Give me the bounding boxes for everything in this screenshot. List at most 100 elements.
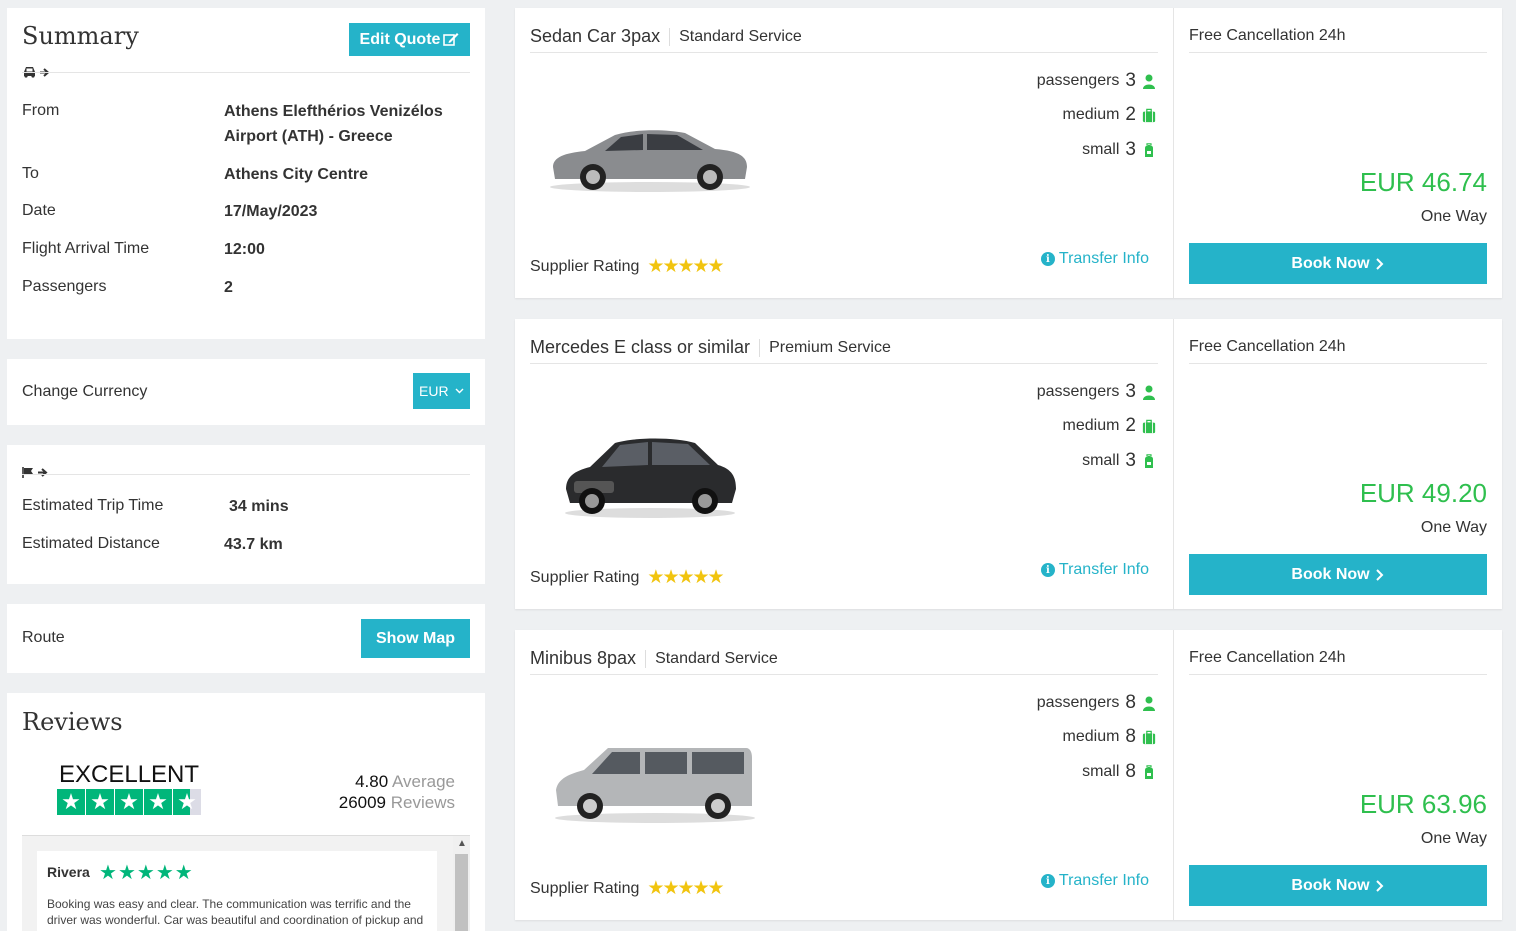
service-level: Standard Service [645,649,778,668]
show-map-button[interactable]: Show Map [361,619,470,658]
from-value: Athens Elefthérios Venizélos Airport (AT… [224,103,443,145]
book-now-label: Book Now [1291,876,1370,894]
booking-panel: Free Cancellation 24h EUR 46.74 One Way … [1173,8,1502,298]
trip-type: One Way [1420,830,1487,847]
passenger-capacity: passengers 8 [1037,692,1156,714]
vehicle-details: Minibus 8pax Standard Service passengers… [515,630,1173,920]
trip-panel: Estimated Trip Time 34 mins Estimated Di… [7,445,485,584]
book-now-button[interactable]: Book Now [1189,554,1487,595]
vehicle-card: Mercedes E class or similar Premium Serv… [515,319,1502,609]
flag-arrow-icons [22,467,48,478]
trip-type: One Way [1420,519,1487,536]
small-label: small [1082,141,1120,158]
reviews-title: Reviews [22,708,123,736]
divider [1189,52,1487,53]
supplier-rating: Supplier Rating ★★★★★ [530,255,725,278]
reviewer-name: Rivera [47,864,90,880]
passengers-label: passengers [1036,72,1120,89]
divider [22,72,470,73]
sedan-car-image [550,130,750,192]
passengers-count: 8 [1125,692,1136,713]
cancellation-policy: Free Cancellation 24h [1189,27,1346,44]
passengers-label: passengers [1036,694,1120,711]
medium-luggage: medium 2 [1063,104,1156,126]
book-now-button[interactable]: Book Now [1189,865,1487,906]
booking-panel: Free Cancellation 24h EUR 63.96 One Way … [1173,630,1502,920]
star-icon: ★ [155,862,174,884]
small-luggage: small 3 [1082,139,1156,161]
vehicle-title: Minibus 8pax Standard Service [530,648,778,669]
review-count-label: Reviews [390,793,455,812]
small-label: small [1082,763,1120,780]
medium-label: medium [1062,728,1120,745]
rating-stars: ★ ★ ★ ★ ★ [57,789,201,815]
star-icon: ★ [86,789,114,815]
divider [530,363,1158,364]
distance-value: 43.7 km [224,536,283,553]
medium-luggage: medium 2 [1063,415,1156,437]
vehicle-details: Sedan Car 3pax Standard Service passenge… [515,8,1173,298]
chevron-right-icon [1375,568,1384,581]
star-icon: ★ [174,862,193,884]
backpack-icon [1145,453,1153,468]
passengers-label: passengers [1036,383,1120,400]
minibus-image [555,748,755,823]
divider [22,474,470,475]
medium-count: 2 [1125,415,1136,436]
to-value: Athens City Centre [224,166,369,183]
passenger-capacity: passengers 3 [1037,70,1156,92]
cancellation-policy: Free Cancellation 24h [1189,649,1346,666]
divider [1189,674,1487,675]
vehicle-name: Mercedes E class or similar [530,337,751,357]
book-now-label: Book Now [1291,254,1370,272]
book-now-button[interactable]: Book Now [1189,243,1487,284]
book-now-label: Book Now [1291,565,1370,583]
rating-word: EXCELLENT [59,761,200,788]
flag-icon [22,467,33,478]
star-icon: ★ [117,862,136,884]
small-count: 3 [1125,450,1136,471]
currency-select[interactable]: EUR [413,373,470,409]
info-icon: i [1040,563,1055,577]
flight-arrival-value: 12:00 [224,241,265,258]
divider [530,52,1158,53]
trip-time-value: 34 mins [229,498,289,515]
vehicle-title: Sedan Car 3pax Standard Service [530,26,802,47]
small-luggage: small 3 [1082,450,1156,472]
backpack-icon [1145,142,1153,157]
scrollbar-thumb[interactable] [455,854,468,931]
transfer-info-label: Transfer Info [1058,250,1149,267]
vehicle-name: Minibus 8pax [530,648,637,668]
to-label: To [22,165,39,182]
edit-icon [443,33,459,46]
medium-label: medium [1062,106,1120,123]
passenger-capacity: passengers 3 [1037,381,1156,403]
scroll-up-icon[interactable]: ▲ [457,838,467,849]
reviews-panel: Reviews EXCELLENT ★ ★ ★ ★ ★ 4.80 Average… [7,693,485,931]
review-stats: 4.80 Average 26009 Reviews [339,771,455,813]
trip-time-label: Estimated Trip Time [22,497,164,514]
review-scrollbar[interactable]: ▲ [453,836,470,931]
supplier-rating-label: Supplier Rating [530,257,640,275]
medium-count: 2 [1125,104,1136,125]
review-count: 26009 [338,793,387,812]
passengers-count: 3 [1125,70,1136,91]
medium-count: 8 [1125,726,1136,747]
info-icon: i [1040,252,1055,266]
vehicle-details: Mercedes E class or similar Premium Serv… [515,319,1173,609]
from-label: From [22,102,60,119]
route-label: Route [22,629,65,646]
review-card: Rivera ★ ★ ★ ★ ★ Booking was easy and clear.… [37,851,437,931]
passengers-value: 2 [224,279,233,296]
transfer-info-link[interactable]: i Transfer Info [1040,561,1149,579]
star-icon: ★ [57,789,85,815]
transfer-info-link[interactable]: i Transfer Info [1040,250,1149,268]
transfer-info-link[interactable]: i Transfer Info [1040,872,1149,890]
review-list[interactable]: Rivera ★ ★ ★ ★ ★ Booking was easy and clear.… [22,835,470,931]
medium-luggage: medium 8 [1063,726,1156,748]
edit-quote-button[interactable]: Edit Quote [349,23,470,56]
person-icon [1143,385,1155,400]
mercedes-car-image [565,438,736,518]
passengers-label: Passengers [22,278,107,295]
supplier-rating: Supplier Rating ★★★★★ [530,877,725,900]
